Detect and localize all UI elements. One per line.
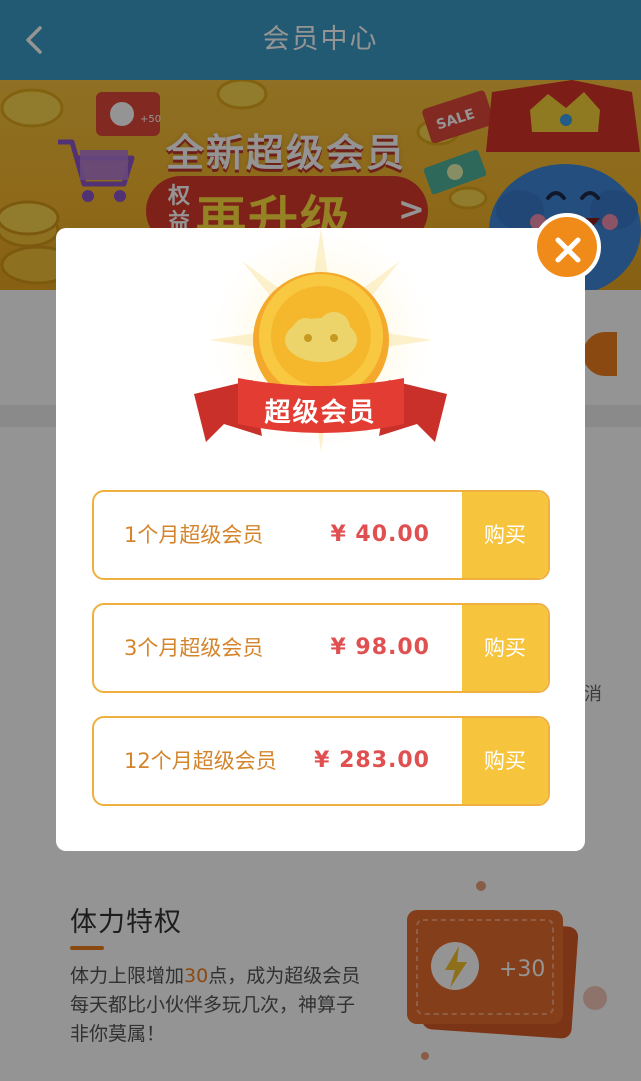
plan-option-1-month[interactable]: 1个月超级会员 ¥ 40.00 购买	[92, 490, 550, 580]
buy-button[interactable]: 购买	[462, 492, 548, 578]
plan-price: ¥ 283.00	[314, 748, 430, 773]
plan-name: 1个月超级会员	[124, 523, 264, 547]
close-icon	[555, 237, 581, 263]
ribbon-coin-illustration	[194, 228, 447, 452]
plan-option-3-months[interactable]: 3个月超级会员 ¥ 98.00 购买	[92, 603, 550, 693]
membership-purchase-dialog: 超级会员 1个月超级会员 ¥ 40.00 购买 3个月超级会员 ¥ 98.00 …	[56, 228, 585, 851]
buy-button[interactable]: 购买	[462, 605, 548, 691]
plan-option-12-months[interactable]: 12个月超级会员 ¥ 283.00 购买	[92, 716, 550, 806]
ribbon-title: 超级会员	[264, 398, 377, 428]
plan-price: ¥ 40.00	[330, 522, 430, 547]
close-dialog-button[interactable]	[530, 213, 606, 281]
buy-button[interactable]: 购买	[462, 718, 548, 804]
plan-price: ¥ 98.00	[330, 635, 430, 660]
plan-name: 12个月超级会员	[124, 749, 277, 773]
plan-name: 3个月超级会员	[124, 636, 264, 660]
